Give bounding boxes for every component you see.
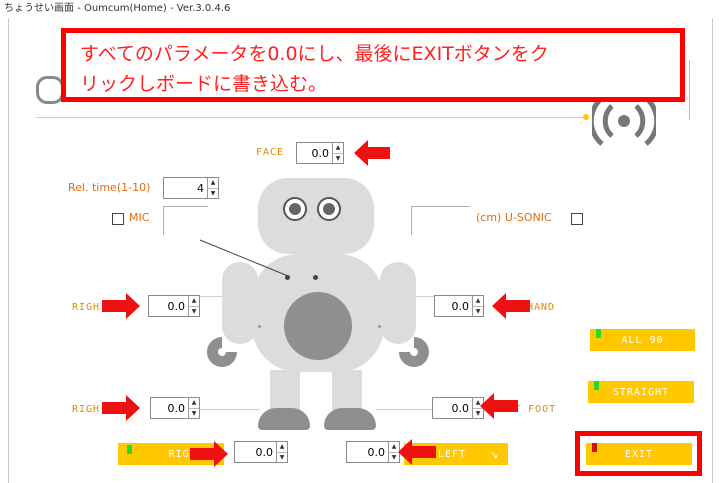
robot-left-foot [324, 408, 376, 430]
robot-left-hand [399, 337, 429, 367]
face-value: 0.0 [311, 146, 330, 160]
right-turn-value: 0.0 [255, 445, 274, 459]
slider-dot-icon [583, 114, 589, 120]
robot-left-arm [380, 262, 416, 344]
red-arrow-icon [480, 393, 518, 419]
spin-down-icon[interactable]: ▼ [189, 307, 199, 317]
left-turn-spinner[interactable]: 0.0 ▲ ▼ [346, 441, 400, 463]
rel-time-value: 4 [197, 181, 204, 195]
status-indicator [127, 445, 132, 454]
spin-down-icon[interactable]: ▼ [189, 409, 199, 419]
connector-line [376, 409, 432, 410]
right-foot-label: RIGH [72, 404, 101, 415]
left-hand-spinner[interactable]: 0.0 ▲ ▼ [434, 295, 484, 317]
spin-up-icon[interactable]: ▲ [208, 178, 218, 189]
red-arrow-icon [190, 441, 228, 467]
face-label: FACE [256, 147, 285, 158]
spin-up-icon[interactable]: ▲ [189, 296, 199, 307]
camera-icon [36, 76, 64, 104]
status-indicator [596, 329, 601, 338]
red-arrow-icon [398, 439, 436, 465]
right-foot-spinner[interactable]: 0.0 ▲ ▼ [150, 397, 200, 419]
connector-line [200, 296, 222, 297]
straight-button[interactable]: STRAIGHT [588, 381, 694, 403]
header-edge [689, 60, 690, 120]
right-foot-value: 0.0 [167, 401, 186, 415]
spin-down-icon[interactable]: ▼ [473, 307, 483, 317]
spin-down-icon[interactable]: ▼ [208, 189, 218, 199]
robot-left-leg [332, 370, 362, 410]
status-indicator [592, 443, 597, 452]
spin-down-icon[interactable]: ▼ [277, 453, 287, 463]
connector-line [416, 296, 434, 297]
turn-arrow-icon: ↘ [490, 446, 500, 462]
spin-up-icon[interactable]: ▲ [333, 143, 343, 154]
red-arrow-icon [354, 140, 390, 166]
exit-button[interactable]: EXIT [586, 443, 692, 465]
mic-pointer-line [199, 239, 289, 277]
right-hand-value: 0.0 [167, 299, 186, 313]
robot-dot [378, 325, 381, 328]
robot-sensor-hole [313, 275, 318, 280]
rel-time-label: Rel. time(1-10) [68, 181, 151, 194]
robot-left-eye [317, 197, 341, 221]
robot-right-foot [258, 408, 310, 430]
header-divider [36, 117, 584, 118]
callout-line-2: リックしボードに書き込む。 [80, 73, 328, 95]
right-hand-label: RIGH [72, 302, 101, 313]
callout-line-1: すべてのパラメータを0.0にし、最後にEXITボタンをク [80, 43, 549, 65]
usonic-checkbox[interactable] [571, 213, 583, 225]
left-foot-value: 0.0 [451, 401, 470, 415]
spin-up-icon[interactable]: ▲ [189, 398, 199, 409]
mic-field[interactable] [163, 206, 208, 235]
left-foot-spinner[interactable]: 0.0 ▲ ▼ [432, 397, 484, 419]
spin-up-icon[interactable]: ▲ [473, 296, 483, 307]
connector-line [200, 409, 260, 410]
left-hand-value: 0.0 [451, 299, 470, 313]
left-foot-label: T FOOT [514, 404, 557, 415]
robot-dot [258, 325, 261, 328]
instruction-callout: すべてのパラメータを0.0にし、最後にEXITボタンをク リックしボードに書き込… [61, 28, 685, 102]
straight-label: STRAIGHT [612, 386, 670, 398]
mic-checkbox[interactable] [112, 213, 124, 225]
all-90-label: ALL 90 [621, 334, 664, 346]
left-turn-value: 0.0 [367, 445, 386, 459]
robot-right-eye [283, 197, 307, 221]
usonic-label: (cm) U-SONIC [476, 211, 552, 224]
red-arrow-icon [102, 293, 140, 319]
red-arrow-icon [102, 395, 140, 421]
exit-label: EXIT [624, 448, 654, 460]
spin-down-icon[interactable]: ▼ [333, 154, 343, 164]
window-title: ちょうせい画面 - Oumcum(Home) - Ver.3.0.4.6 [4, 3, 231, 14]
spin-up-icon[interactable]: ▲ [277, 442, 287, 453]
status-indicator [594, 381, 599, 390]
robot-right-leg [270, 370, 300, 410]
rel-time-spinner[interactable]: 4 ▲ ▼ [163, 177, 219, 199]
right-hand-spinner[interactable]: 0.0 ▲ ▼ [148, 295, 200, 317]
red-arrow-icon [492, 293, 530, 319]
robot-right-hand [207, 337, 237, 367]
robot-belly [284, 292, 352, 360]
right-turn-spinner[interactable]: 0.0 ▲ ▼ [234, 441, 288, 463]
face-spinner[interactable]: 0.0 ▲ ▼ [296, 142, 344, 164]
usonic-field[interactable] [411, 206, 470, 235]
all-90-button[interactable]: ALL 90 [590, 329, 695, 351]
mic-label: MIC [129, 211, 150, 224]
